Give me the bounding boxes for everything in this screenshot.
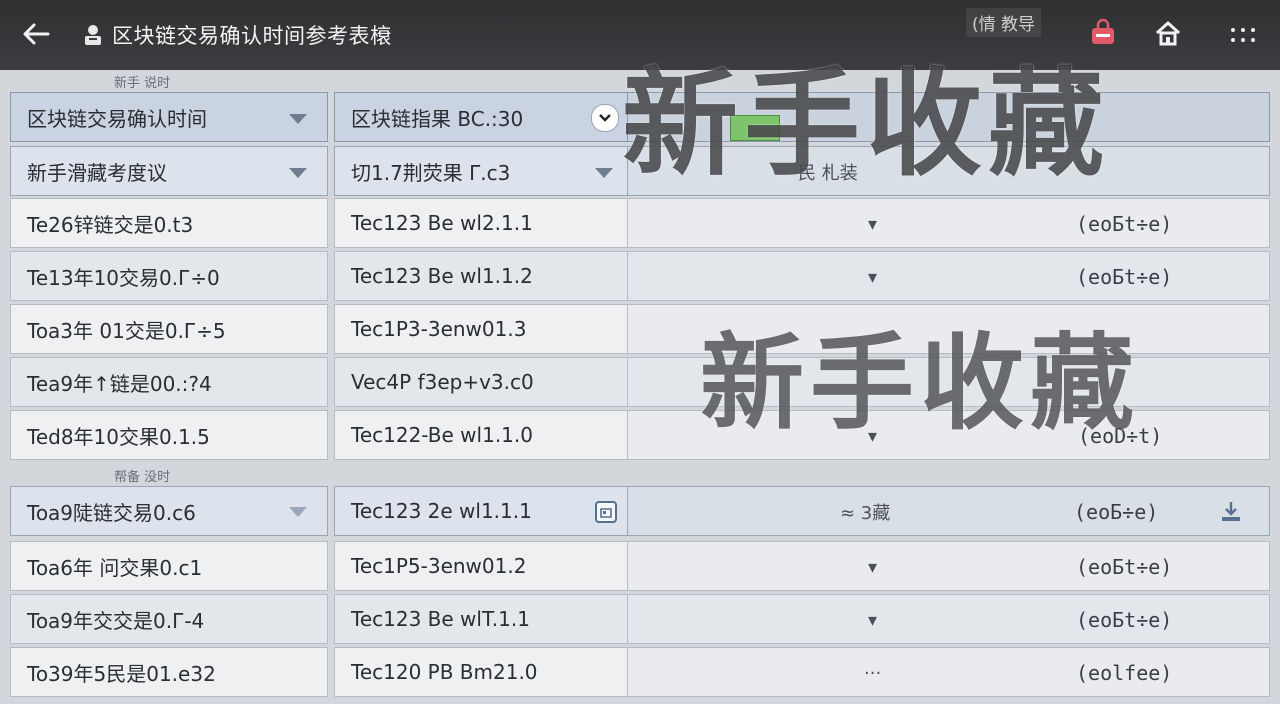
row-extra-cell <box>628 357 1270 407</box>
row-extra-cell: ▾ (eoD÷t) <box>628 410 1270 460</box>
row-version-cell: Tec120 PB Bm21.0 <box>334 647 628 697</box>
table-row[interactable]: Tea9年↑链是00.:?4 Vec4P f3ep+v3.c0 <box>0 357 1280 407</box>
row-extra-cell: ▾ (eoБt÷e) <box>628 594 1270 644</box>
row-status-tag: (eoБt÷e) <box>1076 265 1173 289</box>
user-doc-icon <box>85 25 101 45</box>
table-subheader-row: 新手滑藏考度议 切1.7荆荧果 Γ.c3 民 札装 <box>0 146 1280 196</box>
more-dots-icon[interactable] <box>1228 22 1258 48</box>
row-status-tag: (eoD÷t) <box>1078 424 1163 448</box>
row-extra-cell <box>628 304 1270 354</box>
dropdown-caret-icon[interactable] <box>289 507 307 517</box>
row-status-tag: (eoБt÷e) <box>1076 555 1173 579</box>
app-top-bar: 区块链交易确认时间参考表榱 (情 教导 <box>0 0 1280 70</box>
row-version-cell: Tec1P5-3enw01.2 <box>334 541 628 591</box>
table-header-row: 区块链交易确认时间 区块链指果 BC.:30 <box>0 92 1280 142</box>
row-expand-icon[interactable]: ▾ <box>868 252 877 302</box>
table-area: 新手 说时 区块链交易确认时间 区块链指果 BC.:30 新手滑藏考度议 切1.… <box>0 70 1280 704</box>
header-cell-extra <box>628 92 1270 142</box>
top-badge: (情 教导 <box>966 8 1042 37</box>
dropdown-caret-icon[interactable] <box>595 168 613 178</box>
row-name-cell: Toa3年 01交是0.Г÷5 <box>10 304 328 354</box>
table-row[interactable]: To39年5民是01.e32 Tec120 PB Bm21.0 ··· (eol… <box>0 647 1280 697</box>
table-row[interactable]: Toa3年 01交是0.Г÷5 Tec1P3-3enw01.3 <box>0 304 1280 354</box>
table-row[interactable]: Te13年10交易0.Г÷0 Tec123 Be wl1.1.2 ▾ (eoБt… <box>0 251 1280 301</box>
header-cell-chain[interactable]: 区块链指果 BC.:30 <box>334 92 628 142</box>
header-col1-label: 区块链交易确认时间 <box>27 106 207 131</box>
dropdown-caret-icon[interactable] <box>289 114 307 124</box>
row-status-tag: (eolfee) <box>1076 661 1173 685</box>
table-row[interactable]: Toa9陡链交易0.c6 Tec123 2e wl1.1.1 ≈ 3藏 (eoБ… <box>0 486 1280 536</box>
row-name-cell: Te13年10交易0.Г÷0 <box>10 251 328 301</box>
row-extra-cell: ≈ 3藏 (eoБ÷e) <box>628 486 1270 536</box>
row-extra-cell: ▾ (eoБt÷e) <box>628 541 1270 591</box>
shopping-bag-icon[interactable] <box>1088 18 1118 48</box>
row-version-cell: Tec123 Be wl1.1.2 <box>334 251 628 301</box>
subheader-cell-2[interactable]: 切1.7荆荧果 Γ.c3 <box>334 146 628 196</box>
header-col2-label: 区块链指果 BC.:30 <box>351 106 524 131</box>
row-expand-icon[interactable]: ▾ <box>868 542 877 592</box>
subheader-cell-3: 民 札装 <box>628 146 1270 196</box>
row-more-icon[interactable]: ··· <box>864 648 881 698</box>
subheader-cell-1[interactable]: 新手滑藏考度议 <box>10 146 328 196</box>
chevron-down-icon[interactable] <box>591 104 619 132</box>
row-name-cell: Toa6年 问交果0.c1 <box>10 541 328 591</box>
table-row[interactable]: Te26锌链交是0.t3 Tec123 Be wl2.1.1 ▾ (eoБt÷e… <box>0 198 1280 248</box>
row-extra-cell: ▾ (eoБt÷e) <box>628 198 1270 248</box>
table-row[interactable]: Toa9年交交是0.Г-4 Tec123 Be wlT.1.1 ▾ (eoБt÷… <box>0 594 1280 644</box>
row-name-cell: Toa9年交交是0.Г-4 <box>10 594 328 644</box>
home-icon[interactable] <box>1153 18 1183 48</box>
row-expand-icon[interactable]: ▾ <box>868 199 877 249</box>
row-name-cell: To39年5民是01.e32 <box>10 647 328 697</box>
back-arrow-icon[interactable] <box>18 16 54 52</box>
row-name-cell: Ted8年10交果0.1.5 <box>10 410 328 460</box>
row-status-tag: (eoБ÷e) <box>1074 500 1159 524</box>
row-version-cell: Tec123 Be wl2.1.1 <box>334 198 628 248</box>
row-version-cell: Tec123 2e wl1.1.1 <box>334 486 628 536</box>
group-label-first: 新手 说时 <box>114 76 171 91</box>
row-expand-icon[interactable]: ▾ <box>868 595 877 645</box>
subheader-col1-label: 新手滑藏考度议 <box>27 160 167 185</box>
row-expand-icon[interactable]: ▾ <box>868 411 877 461</box>
group-label-second: 帮备 没时 <box>114 470 171 485</box>
row-mid-label: ≈ 3藏 <box>840 503 891 524</box>
subheader-col2-label: 切1.7荆荧果 Γ.c3 <box>351 160 511 185</box>
row-status-tag: (eoБt÷e) <box>1076 608 1173 632</box>
dropdown-caret-icon[interactable] <box>289 168 307 178</box>
row-name-cell: Te26锌链交是0.t3 <box>10 198 328 248</box>
row-name-text: Toa9陡链交易0.c6 <box>27 500 196 525</box>
subheader-mid-label: 民 札装 <box>798 163 858 184</box>
row-extra-cell: ··· (eolfee) <box>628 647 1270 697</box>
page-title: 区块链交易确认时间参考表榱 <box>112 24 392 48</box>
green-marker <box>730 115 780 141</box>
row-name-cell[interactable]: Toa9陡链交易0.c6 <box>10 486 328 536</box>
row-version-cell: Vec4P f3ep+v3.c0 <box>334 357 628 407</box>
row-extra-cell: ▾ (eoБt÷e) <box>628 251 1270 301</box>
table-row[interactable]: Toa6年 问交果0.c1 Tec1P5-3enw01.2 ▾ (eoБt÷e) <box>0 541 1280 591</box>
download-icon[interactable] <box>1218 499 1244 525</box>
row-version-text: Tec123 2e wl1.1.1 <box>351 499 532 523</box>
row-version-cell: Tec1P3-3enw01.3 <box>334 304 628 354</box>
row-version-cell: Tec123 Be wlT.1.1 <box>334 594 628 644</box>
row-status-tag: (eoБt÷e) <box>1076 212 1173 236</box>
header-cell-confirm-time[interactable]: 区块链交易确认时间 <box>10 92 328 142</box>
row-name-cell: Tea9年↑链是00.:?4 <box>10 357 328 407</box>
row-version-cell: Tec122-Be wl1.1.0 <box>334 410 628 460</box>
calendar-icon[interactable] <box>593 499 619 525</box>
table-row[interactable]: Ted8年10交果0.1.5 Tec122-Be wl1.1.0 ▾ (eoD÷… <box>0 410 1280 460</box>
